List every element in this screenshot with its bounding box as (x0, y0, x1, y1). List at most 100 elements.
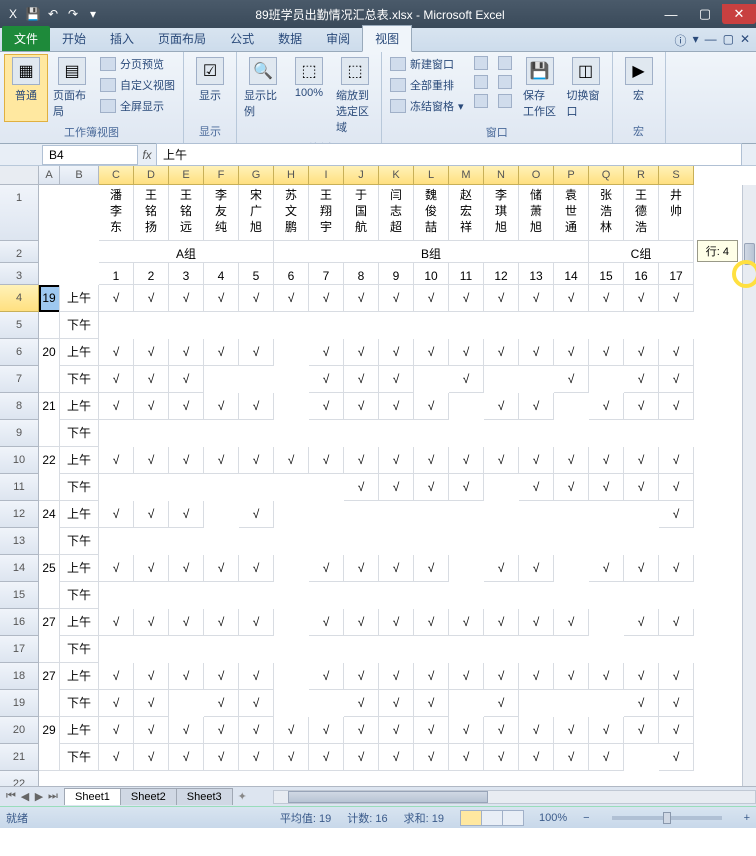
cell[interactable]: √ (239, 393, 274, 420)
tab-formulas[interactable]: 公式 (218, 26, 266, 51)
cell[interactable]: √ (239, 501, 274, 528)
cell[interactable]: √ (624, 366, 659, 393)
cell[interactable]: √ (204, 663, 239, 690)
tab-home[interactable]: 开始 (50, 26, 98, 51)
mdi-close-icon[interactable]: ✕ (740, 32, 750, 49)
switch-window-button[interactable]: ◫切换窗口 (564, 54, 608, 122)
cell[interactable]: √ (659, 744, 694, 771)
cell[interactable]: √ (309, 393, 344, 420)
cell[interactable]: √ (519, 447, 554, 474)
col-header-B[interactable]: B (60, 166, 99, 185)
mdi-restore-icon[interactable]: ▢ (723, 32, 734, 49)
cell[interactable]: 11 (449, 263, 484, 285)
cell[interactable]: 8 (344, 263, 379, 285)
new-sheet-icon[interactable]: ✦ (232, 790, 253, 803)
excel-icon[interactable]: X (4, 5, 22, 23)
cell[interactable]: √ (484, 609, 519, 636)
cell[interactable]: √ (449, 285, 484, 312)
cell[interactable]: √ (519, 717, 554, 744)
cell[interactable]: √ (484, 447, 519, 474)
cell[interactable]: √ (519, 555, 554, 582)
cell[interactable]: √ (169, 744, 204, 771)
cell[interactable]: √ (379, 717, 414, 744)
cell[interactable]: √ (379, 447, 414, 474)
cell[interactable]: 下午 (60, 366, 99, 393)
cell[interactable]: √ (624, 393, 659, 420)
cell[interactable]: 下午 (60, 312, 99, 339)
cell[interactable]: √ (589, 474, 624, 501)
page-break-view-icon[interactable] (502, 810, 524, 826)
name-box[interactable]: B4 (42, 145, 138, 165)
col-header-O[interactable]: O (519, 166, 554, 185)
cell[interactable]: √ (204, 447, 239, 474)
cell[interactable]: √ (414, 663, 449, 690)
hscroll-thumb[interactable] (288, 791, 488, 803)
cell[interactable]: √ (589, 744, 624, 771)
col-header-R[interactable]: R (624, 166, 659, 185)
student-name[interactable]: 王翔宇 (309, 185, 344, 241)
maximize-button[interactable]: ▢ (688, 4, 722, 24)
row-header-9[interactable]: 9 (0, 420, 39, 447)
horizontal-scrollbar[interactable] (273, 790, 756, 804)
zoom-level[interactable]: 100% (539, 812, 567, 824)
sheet-tab-3[interactable]: Sheet3 (176, 788, 233, 805)
col-header-A[interactable]: A (39, 166, 60, 185)
col-header-J[interactable]: J (344, 166, 379, 185)
student-name[interactable]: 袁世通 (554, 185, 589, 241)
cell[interactable]: √ (414, 690, 449, 717)
col-header-M[interactable]: M (449, 166, 484, 185)
cell[interactable]: √ (344, 393, 379, 420)
first-sheet-icon[interactable]: ⏮ (4, 790, 18, 803)
cell[interactable]: 上午 (60, 447, 99, 474)
row-header-2[interactable]: 2 (0, 241, 39, 263)
cell[interactable]: √ (99, 501, 134, 528)
cell[interactable]: 22 (39, 447, 60, 501)
cell[interactable]: √ (554, 285, 589, 312)
cell[interactable]: √ (589, 339, 624, 366)
cell[interactable]: √ (134, 609, 169, 636)
cell[interactable]: √ (239, 663, 274, 690)
cell[interactable]: √ (169, 663, 204, 690)
col-header-D[interactable]: D (134, 166, 169, 185)
cell[interactable]: 下午 (60, 690, 99, 717)
cell[interactable]: √ (589, 717, 624, 744)
cell[interactable]: 下午 (60, 474, 99, 501)
next-sheet-icon[interactable]: ▶ (32, 790, 46, 803)
cell[interactable]: √ (344, 447, 379, 474)
cell[interactable]: 上午 (60, 501, 99, 528)
cell[interactable]: √ (414, 393, 449, 420)
row-header-10[interactable]: 10 (0, 447, 39, 474)
tab-view[interactable]: 视图 (362, 25, 412, 52)
cell[interactable]: √ (519, 285, 554, 312)
cell[interactable]: √ (379, 393, 414, 420)
zoom-out-icon[interactable]: − (583, 812, 589, 824)
cell[interactable]: √ (659, 393, 694, 420)
cell[interactable]: √ (309, 366, 344, 393)
cell[interactable]: 12 (484, 263, 519, 285)
cell[interactable]: 9 (379, 263, 414, 285)
cell[interactable]: √ (309, 339, 344, 366)
student-name[interactable]: 于国航 (344, 185, 379, 241)
row-header-14[interactable]: 14 (0, 555, 39, 582)
cell[interactable]: √ (379, 609, 414, 636)
cell[interactable]: √ (239, 717, 274, 744)
cell[interactable]: √ (204, 609, 239, 636)
cell[interactable]: √ (589, 555, 624, 582)
zoom-button[interactable]: 🔍显示比例 (241, 54, 285, 138)
cell[interactable]: √ (274, 744, 309, 771)
cell[interactable]: √ (309, 609, 344, 636)
cell[interactable]: √ (659, 447, 694, 474)
cell[interactable]: √ (204, 285, 239, 312)
cell[interactable]: √ (379, 366, 414, 393)
cell[interactable]: √ (169, 339, 204, 366)
student-name[interactable]: 张浩林 (589, 185, 624, 241)
cell[interactable]: 3 (169, 263, 204, 285)
custom-view-button[interactable]: 自定义视图 (96, 75, 179, 95)
row-header-7[interactable]: 7 (0, 366, 39, 393)
cell[interactable]: √ (344, 555, 379, 582)
cell[interactable]: √ (449, 366, 484, 393)
cell[interactable]: √ (309, 663, 344, 690)
cell[interactable]: √ (99, 717, 134, 744)
cell[interactable]: √ (99, 339, 134, 366)
cell[interactable]: √ (554, 366, 589, 393)
